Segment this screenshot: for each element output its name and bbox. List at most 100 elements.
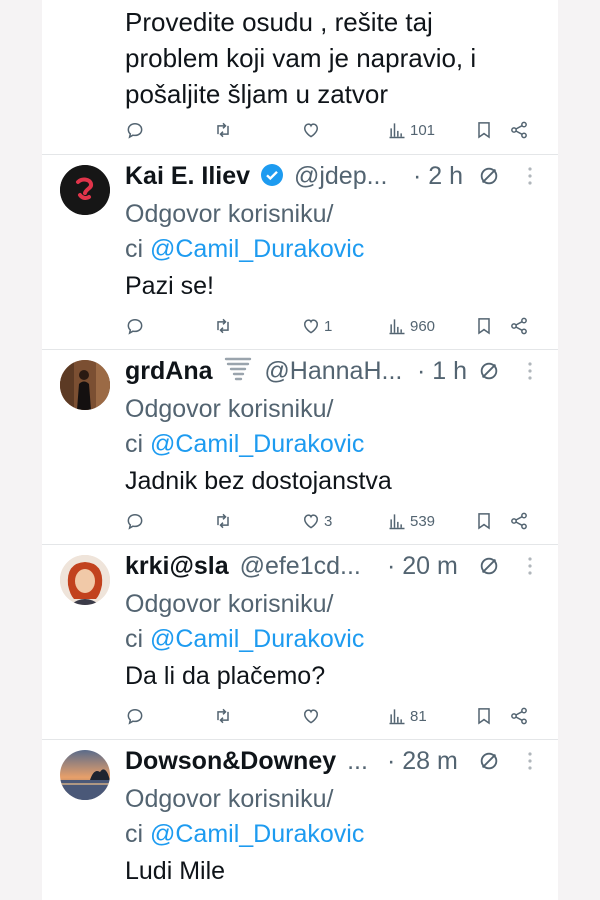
bookmark-icon (478, 708, 490, 725)
like-button[interactable]: 1 (301, 314, 332, 338)
reply-button[interactable] (125, 704, 145, 728)
reply-ci: ci (125, 235, 150, 263)
tweet[interactable]: Kai E. Iliev @jdep... · 2 h Odgovor kori… (42, 155, 558, 350)
share-icon (511, 707, 527, 725)
retweet-icon (217, 318, 229, 334)
share-button[interactable] (509, 704, 529, 728)
views-count: 960 (410, 317, 436, 335)
views-button[interactable]: 960 (387, 314, 435, 338)
action-bar: 101 (125, 118, 535, 142)
avatar[interactable] (60, 750, 110, 800)
tweet-header: Dowson&Downey ... · 28 m (125, 744, 550, 778)
bookmark-button[interactable] (474, 509, 494, 533)
bookmark-button[interactable] (474, 704, 494, 728)
bookmark-button[interactable] (474, 118, 494, 142)
share-button[interactable] (509, 314, 529, 338)
views-icon (389, 514, 405, 530)
reply-prefix: Odgovor korisniku/ (125, 785, 334, 813)
mention-link[interactable]: @Camil_Durakovic (150, 625, 364, 653)
tweet-text: Provedite osudu , rešite taj problem koj… (125, 4, 550, 112)
grok-icon[interactable] (478, 360, 500, 382)
retweet-button[interactable] (213, 118, 233, 142)
like-button[interactable] (301, 704, 321, 728)
share-icon (511, 121, 527, 139)
reply-ci: ci (125, 430, 150, 458)
retweet-button[interactable] (213, 509, 233, 533)
like-button[interactable]: 3 (301, 509, 332, 533)
share-button[interactable] (509, 509, 529, 533)
reply-button[interactable] (125, 118, 145, 142)
retweet-icon (217, 122, 229, 138)
tornado-icon (225, 357, 252, 381)
grok-icon[interactable] (478, 165, 500, 187)
tweet-top[interactable]: Provedite osudu , rešite taj problem koj… (42, 0, 558, 155)
bookmark-button[interactable] (474, 314, 494, 338)
retweet-button[interactable] (213, 704, 233, 728)
views-count: 81 (410, 707, 427, 725)
views-icon (389, 319, 405, 335)
like-button[interactable] (301, 118, 321, 142)
action-bar: 81 (125, 704, 535, 728)
tweet[interactable]: grdAna @HannaH... · 1 h Odgovor korisnik… (42, 350, 558, 545)
reply-button[interactable] (125, 509, 145, 533)
tweet-text: Da li da plačemo? (125, 662, 326, 690)
reply-context: Odgovor korisniku/ ci @Camil_Durakovic (125, 392, 455, 462)
grok-icon[interactable] (478, 750, 500, 772)
timestamp[interactable]: · 20 m (387, 549, 458, 583)
mention-link[interactable]: @Camil_Durakovic (150, 235, 364, 263)
like-count: 1 (324, 317, 333, 335)
author-handle[interactable]: ... (347, 747, 368, 775)
tweet[interactable]: Dowson&Downey ... · 28 m Odgovor korisni… (42, 740, 558, 900)
author-name[interactable]: Dowson&Downey (125, 747, 336, 775)
mention-link[interactable]: @Camil_Durakovic (150, 820, 364, 848)
reply-ci: ci (125, 625, 150, 653)
sunset-landscape-icon (60, 750, 110, 800)
share-icon (511, 512, 527, 530)
tweet-text-line: Provedite osudu , rešite taj (125, 7, 433, 37)
tweet-header: krki@sla @efe1cd... · 20 m (125, 549, 550, 583)
person-photo-icon (60, 360, 110, 410)
avatar[interactable] (60, 555, 110, 605)
like-count: 3 (324, 512, 333, 530)
more-options-icon[interactable] (527, 361, 533, 381)
more-options-icon[interactable] (527, 751, 533, 771)
author-name[interactable]: krki@sla (125, 552, 229, 580)
reply-icon (127, 318, 143, 335)
retweet-button[interactable] (213, 314, 233, 338)
grok-icon[interactable] (478, 555, 500, 577)
views-button[interactable]: 81 (387, 704, 427, 728)
reply-ci: ci (125, 820, 150, 848)
share-button[interactable] (509, 118, 529, 142)
more-options-icon[interactable] (527, 166, 533, 186)
author-name[interactable]: Kai E. Iliev (125, 162, 250, 190)
share-icon (511, 317, 527, 335)
author-handle[interactable]: @HannaH... (264, 357, 402, 385)
action-bar: 1 960 (125, 314, 535, 338)
timestamp[interactable]: · 28 m (387, 744, 458, 778)
reply-icon (127, 513, 143, 530)
red-swirl-logo-icon (60, 165, 110, 215)
avatar[interactable] (60, 165, 110, 215)
verified-badge-icon (261, 164, 284, 186)
tweet[interactable]: krki@sla @efe1cd... · 20 m Odgovor koris… (42, 545, 558, 740)
views-button[interactable]: 539 (387, 509, 435, 533)
views-count: 539 (410, 512, 436, 530)
retweet-icon (217, 513, 229, 529)
author-name[interactable]: grdAna (125, 357, 213, 385)
more-options-icon[interactable] (527, 556, 533, 576)
reply-prefix: Odgovor korisniku/ (125, 395, 334, 423)
timestamp[interactable]: · 1 h (417, 354, 467, 388)
action-bar: 3 539 (125, 509, 535, 533)
views-count: 101 (410, 121, 436, 139)
woman-portrait-icon (60, 555, 110, 605)
reply-context: Odgovor korisniku/ ci @Camil_Durakovic (125, 197, 455, 267)
avatar[interactable] (60, 360, 110, 410)
heart-icon (303, 319, 319, 334)
views-button[interactable]: 101 (387, 118, 435, 142)
mention-link[interactable]: @Camil_Durakovic (150, 430, 364, 458)
reply-prefix: Odgovor korisniku/ (125, 590, 334, 618)
author-handle[interactable]: @efe1cd... (240, 552, 361, 580)
reply-button[interactable] (125, 314, 145, 338)
author-handle[interactable]: @jdep... (294, 162, 387, 190)
timestamp[interactable]: · 2 h (413, 159, 463, 193)
